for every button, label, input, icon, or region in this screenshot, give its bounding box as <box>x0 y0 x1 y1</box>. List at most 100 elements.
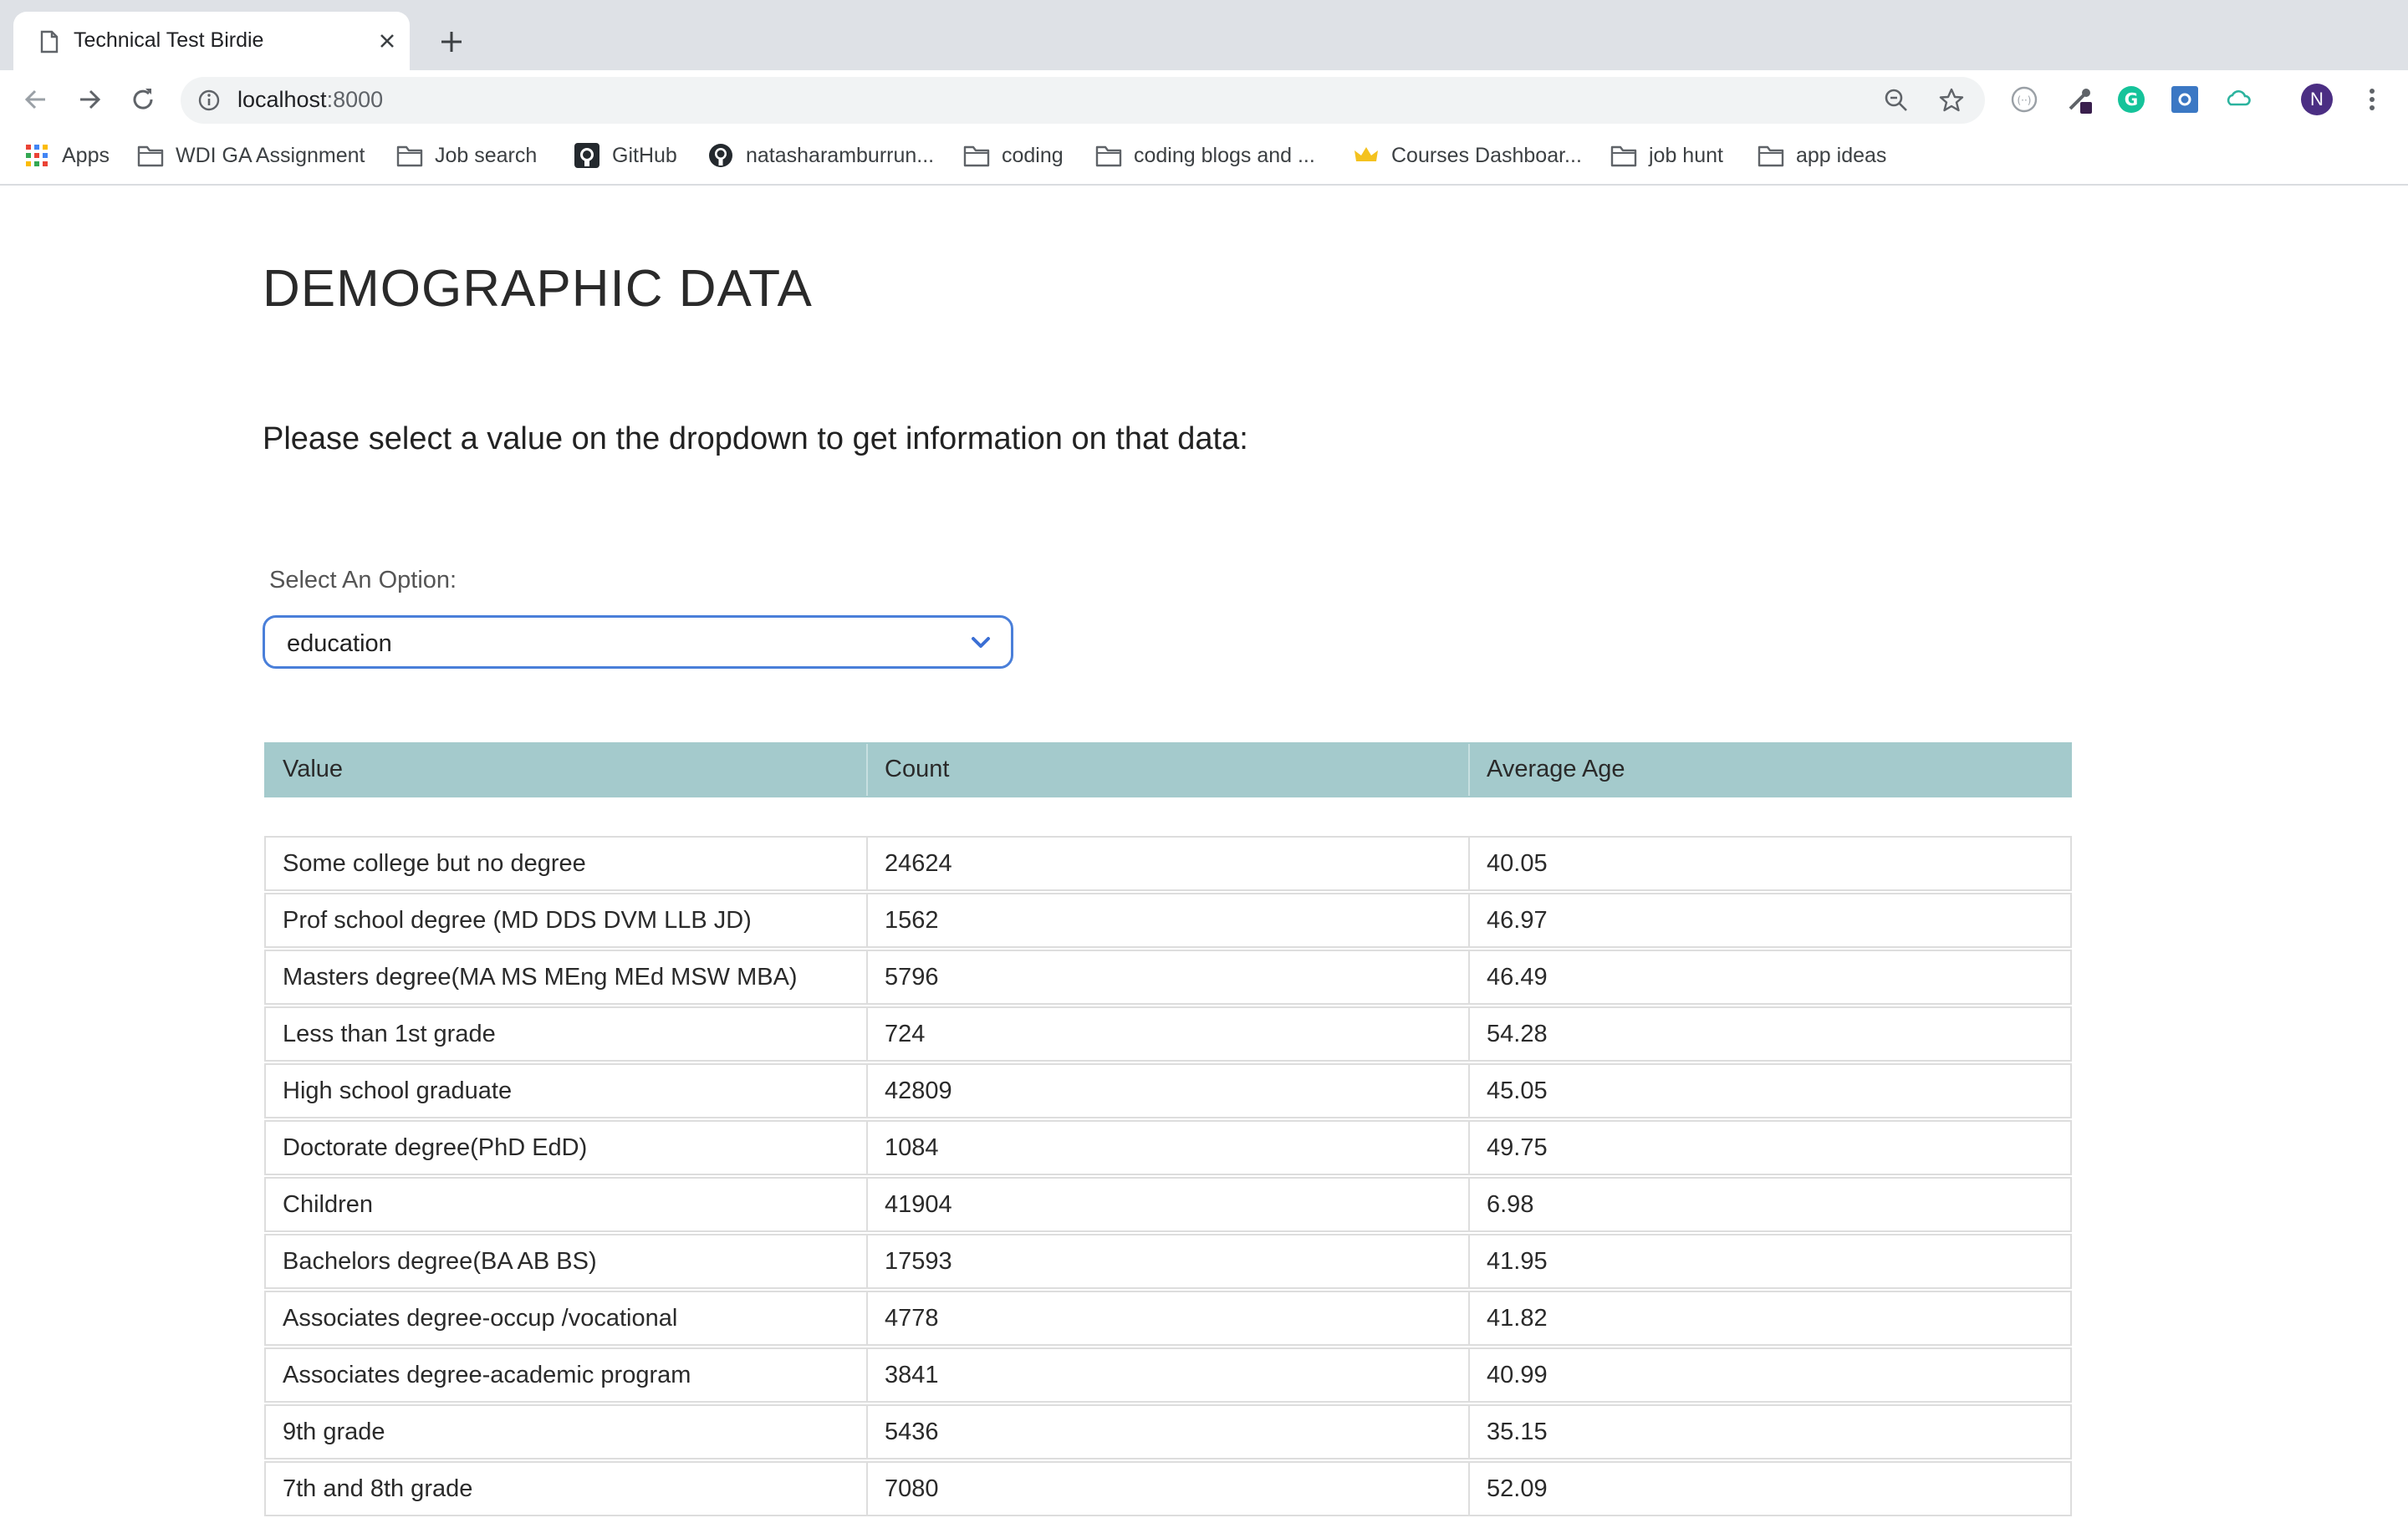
cell-average-age: 52.09 <box>1487 1475 1548 1502</box>
crown-icon <box>1354 147 1378 161</box>
table-body: Some college but no degree 24624 40.05 P… <box>264 836 2072 1518</box>
cell-count: 41904 <box>885 1191 952 1218</box>
tab-strip: Technical Test Birdie <box>0 0 2408 70</box>
more-menu-icon[interactable] <box>2360 84 2385 115</box>
bookmark-label: coding blogs and ... <box>1134 143 1315 167</box>
color-picker-icon[interactable] <box>2064 84 2095 115</box>
cell-value: High school graduate <box>283 1077 513 1104</box>
cell-value: Less than 1st grade <box>283 1021 496 1047</box>
column-divider <box>1468 1463 1470 1515</box>
column-header-value[interactable]: Value <box>283 756 343 783</box>
cell-average-age: 54.28 <box>1487 1021 1548 1047</box>
folder-icon <box>1610 145 1637 167</box>
data-table: Value Count Average Age Some college but… <box>264 742 2072 1516</box>
column-divider <box>1468 1349 1470 1401</box>
cell-count: 5436 <box>885 1419 939 1445</box>
column-divider <box>1468 1235 1470 1287</box>
folder-icon <box>1095 145 1122 167</box>
table-row: Doctorate degree(PhD EdD) 1084 49.75 <box>264 1120 2072 1175</box>
cell-value: 7th and 8th grade <box>283 1475 473 1502</box>
bookmark-label: Apps <box>62 143 110 167</box>
table-row: Bachelors degree(BA AB BS) 17593 41.95 <box>264 1234 2072 1289</box>
forward-icon[interactable] <box>74 84 105 115</box>
address-bar[interactable]: localhost:8000 <box>181 77 1985 124</box>
column-header-average-age[interactable]: Average Age <box>1487 756 1625 783</box>
reload-icon[interactable] <box>127 84 159 115</box>
cell-value: Bachelors degree(BA AB BS) <box>283 1248 597 1275</box>
bookmark-coding[interactable]: coding <box>963 140 1064 171</box>
dropdown-selected-value: education <box>287 630 392 657</box>
cell-count: 7080 <box>885 1475 939 1502</box>
column-divider <box>1468 1406 1470 1458</box>
bookmark-app-ideas[interactable]: app ideas <box>1758 140 1886 171</box>
back-icon[interactable] <box>20 84 52 115</box>
cell-count: 724 <box>885 1021 926 1047</box>
bookmark-natasharamburrun[interactable]: natasharamburrun... <box>707 140 934 171</box>
column-divider <box>866 1349 868 1401</box>
column-divider <box>1468 838 1470 889</box>
bookmark-courses-dashboard[interactable]: Courses Dashboar... <box>1353 140 1582 171</box>
table-row: Prof school degree (MD DDS DVM LLB JD) 1… <box>264 893 2072 948</box>
cell-value: Masters degree(MA MS MEng MEd MSW MBA) <box>283 964 798 991</box>
instruction-text: Please select a value on the dropdown to… <box>263 421 1248 456</box>
column-divider <box>866 951 868 1003</box>
cell-value: Some college but no degree <box>283 850 586 877</box>
bookmark-wdi-ga-assignment[interactable]: WDI GA Assignment <box>137 140 365 171</box>
column-header-count[interactable]: Count <box>885 756 949 783</box>
profile-avatar[interactable]: N <box>2301 84 2333 115</box>
select-label: Select An Option: <box>269 567 457 593</box>
cell-value: 9th grade <box>283 1419 385 1445</box>
column-divider <box>866 1463 868 1515</box>
zoom-icon[interactable] <box>1883 87 1910 114</box>
column-divider <box>1468 1292 1470 1344</box>
column-divider <box>866 1008 868 1060</box>
cell-average-age: 46.97 <box>1487 907 1548 934</box>
column-divider <box>866 1122 868 1174</box>
bookmark-label: coding <box>1002 143 1064 167</box>
cell-average-age: 6.98 <box>1487 1191 1534 1218</box>
cell-average-age: 45.05 <box>1487 1077 1548 1104</box>
cell-count: 42809 <box>885 1077 952 1104</box>
svg-text:G: G <box>2125 89 2138 110</box>
bookmark-job-search[interactable]: Job search <box>396 140 537 171</box>
browser-tab[interactable]: Technical Test Birdie <box>13 12 410 70</box>
new-tab-icon[interactable] <box>435 25 468 59</box>
cell-count: 17593 <box>885 1248 952 1275</box>
page-icon <box>40 30 59 53</box>
cell-average-age: 35.15 <box>1487 1419 1548 1445</box>
column-divider <box>866 838 868 889</box>
column-divider <box>866 1065 868 1117</box>
bookmark-apps[interactable]: Apps <box>23 140 110 171</box>
column-divider <box>866 1292 868 1344</box>
bookmark-label: GitHub <box>612 143 677 167</box>
github-icon <box>574 143 599 168</box>
cloud-extension-icon[interactable] <box>2222 84 2254 115</box>
cell-count: 24624 <box>885 850 952 877</box>
bookmark-coding-blogs[interactable]: coding blogs and ... <box>1095 140 1315 171</box>
column-divider <box>1468 894 1470 946</box>
info-icon[interactable] <box>197 89 221 112</box>
column-divider <box>1468 744 1470 796</box>
column-divider <box>1468 1065 1470 1117</box>
folder-icon <box>1758 145 1784 167</box>
url-text: localhost:8000 <box>237 87 384 112</box>
extension-settings-icon[interactable] <box>2169 84 2201 115</box>
bookmark-star-icon[interactable] <box>1938 87 1965 114</box>
cell-count: 3841 <box>885 1362 939 1388</box>
svg-text:(··): (··) <box>2018 94 2032 106</box>
grammarly-icon[interactable]: G <box>2115 84 2147 115</box>
column-divider <box>1468 1122 1470 1174</box>
table-row: Some college but no degree 24624 40.05 <box>264 836 2072 891</box>
bookmark-job-hunt[interactable]: job hunt <box>1610 140 1723 171</box>
cell-value: Associates degree-academic program <box>283 1362 691 1388</box>
column-divider <box>866 1235 868 1287</box>
option-dropdown[interactable]: education <box>263 615 1013 669</box>
cell-count: 1084 <box>885 1134 939 1161</box>
extension-icon[interactable]: (··) <box>2008 84 2040 115</box>
cell-average-age: 41.95 <box>1487 1248 1548 1275</box>
close-icon[interactable] <box>375 28 400 53</box>
bookmark-github[interactable]: GitHub <box>574 140 677 171</box>
column-divider <box>866 1179 868 1230</box>
cell-average-age: 46.49 <box>1487 964 1548 991</box>
bookmark-label: Courses Dashboar... <box>1391 143 1582 167</box>
